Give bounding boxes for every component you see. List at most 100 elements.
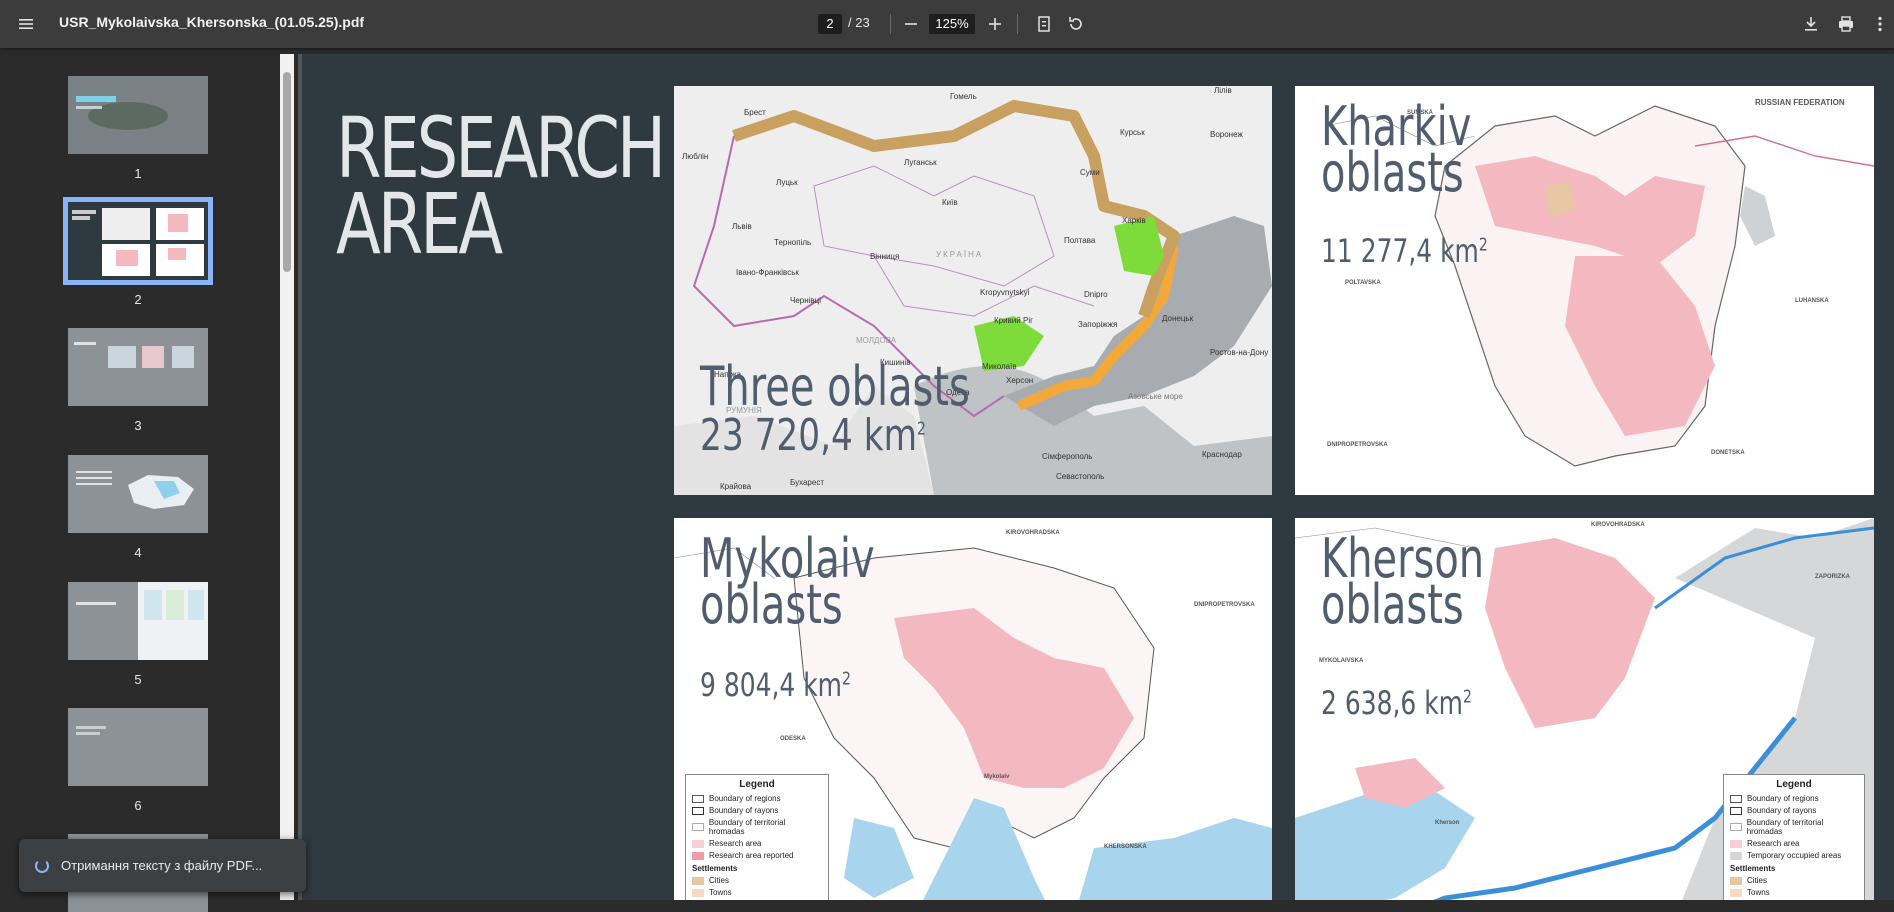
map-label: Севастополь [1056,472,1105,481]
map-label: Кривий Ріг [994,316,1034,325]
map-label: Суми [1080,168,1100,177]
thumbnail-page-1[interactable] [68,76,208,154]
map-label: ZAPORIZKA [1815,574,1850,580]
map-label: Ростов-на-Дону [1210,348,1269,357]
thumbnail-number: 4 [134,545,142,560]
map-label: Гомель [950,92,977,101]
panel-title: Mykolaiv oblasts [700,527,875,636]
map-label: Брест [744,108,766,117]
loading-spinner-icon [35,858,49,873]
legend-item: Boundary of territorial hromadas [692,818,822,836]
thumbnail-page-4[interactable] [68,455,208,533]
panel-area: 2 638,6 km2 [1321,684,1472,722]
toast-text: Отримання тексту з файлу PDF... [61,858,263,873]
separator [890,14,891,34]
map-panel-kharkiv: SUMSKA RUSSIAN FEDERATION POLTAVSKA LUHA… [1295,86,1874,495]
zoom-out-icon[interactable] [895,8,927,40]
legend-item: Towns [1730,888,1858,897]
map-label: DONETSKA [1711,450,1745,456]
thumbnail-page-2[interactable] [63,197,213,285]
map-label: Mykolaiv [984,774,1010,780]
map-label: KIROVOHRADSKA [1006,530,1060,536]
map-label: Бухарест [790,478,824,487]
map-label: KIROVOHRADSKA [1591,522,1645,528]
download-icon[interactable] [1795,8,1827,40]
legend-item: Boundary of regions [1730,794,1858,803]
legend-item: Boundary of rayons [1730,806,1858,815]
legend-item: Cities [1730,876,1858,885]
legend-item: Cities [692,876,822,885]
map-label: Луганськ [904,158,937,167]
map-label: Запоріжжя [1078,320,1118,329]
panel-area: 23 720,4 km2 [700,410,926,461]
legend-item: Temporary occupied areas [1730,851,1858,860]
print-icon[interactable] [1830,8,1862,40]
thumbnail-page-6[interactable] [68,708,208,786]
thumbnail-number: 2 [134,292,142,307]
thumbnail-sidebar: 1 2 3 4 5 6 [0,48,280,912]
map-label: Азовське море [1128,392,1183,401]
map-label: УКРАЇНА [936,250,984,259]
legend-subtitle: Settlements [692,864,738,873]
map-label: Kherson [1435,820,1460,826]
map-label: ODESKA [780,736,806,742]
map-label: Крайова [720,482,752,491]
fit-page-icon[interactable] [1028,8,1060,40]
page-number-input[interactable]: 2 [818,14,842,34]
thumbnail-page-5[interactable] [68,582,208,660]
more-vert-icon[interactable] [1864,8,1894,40]
map-label: Херсон [1006,376,1034,385]
panel-title: Kharkiv oblasts [1321,95,1472,204]
map-label: Люблін [682,152,709,161]
map-label: Сімферополь [1042,452,1093,461]
panel-title: Kherson oblasts [1321,527,1485,636]
thumbnail-page-3[interactable] [68,328,208,406]
map-label: Миколаїв [982,362,1017,371]
map-label: Чернівці [790,296,822,305]
map-label: МОЛДОВА [856,336,897,345]
map-label: RUSSIAN FEDERATION [1755,98,1845,107]
legend-title: Legend [1776,779,1812,790]
legend-title: Legend [739,779,775,790]
separator [1017,14,1018,34]
sidebar-scrollbar-thumb[interactable] [283,72,291,272]
legend-item: Boundary of rayons [692,806,822,815]
map-label: Донецьк [1162,314,1194,323]
map-label: Тернопіль [774,238,812,247]
map-label: Полтава [1064,236,1096,245]
legend-item: Research area [692,839,822,848]
map-label: Воронеж [1210,130,1243,139]
panel-area: 9 804,4 km2 [700,666,851,704]
pdf-page: RESEARCH AREA Брест Гомель Люблін Луцьк … [302,54,1894,900]
map-panel-three-oblasts: Брест Гомель Люблін Луцьк Київ Суми Курс… [674,86,1272,495]
hamburger-menu-icon[interactable] [10,8,42,40]
loading-toast: Отримання тексту з файлу PDF... [19,839,306,892]
map-label: POLTAVSKA [1345,280,1381,286]
map-label: KHERSONSKA [1104,844,1147,850]
map-panel-mykolaiv: KIROVOHRADSKA DNIPROPETROVSKA ODESKA KHE… [674,518,1272,900]
thumbnail-number: 3 [134,418,142,433]
map-label: Вінниця [870,252,900,261]
page-total: / 23 [848,15,870,30]
map-label: Луцьк [776,178,798,187]
legend-subtitle: Settlements [1730,864,1776,873]
map-legend: Legend Boundary of regions Boundary of r… [1723,774,1865,900]
panel-title: Three oblasts [700,355,970,418]
rotate-icon[interactable] [1060,8,1092,40]
thumbnail-number: 5 [134,672,142,687]
zoom-level-input[interactable]: 125% [929,14,975,34]
map-label: Лілів [1214,86,1232,95]
page-heading: RESEARCH AREA [336,99,666,273]
legend-item: Boundary of territorial hromadas [1730,818,1858,836]
thumbnail-number: 1 [134,166,142,181]
panel-area: 11 277,4 km2 [1321,232,1488,270]
document-viewer[interactable]: RESEARCH AREA Брест Гомель Люблін Луцьк … [298,54,1894,900]
map-label: MYKOLAIVSKA [1319,658,1364,664]
map-label: Харків [1122,216,1146,225]
map-label: DNIPROPETROVSKA [1327,442,1388,448]
legend-item: Research area reported [692,851,822,860]
map-label: Kropyvnytskyi [980,288,1030,297]
map-label: Курськ [1120,128,1145,137]
legend-item: Towns [692,888,822,897]
zoom-in-icon[interactable] [979,8,1011,40]
